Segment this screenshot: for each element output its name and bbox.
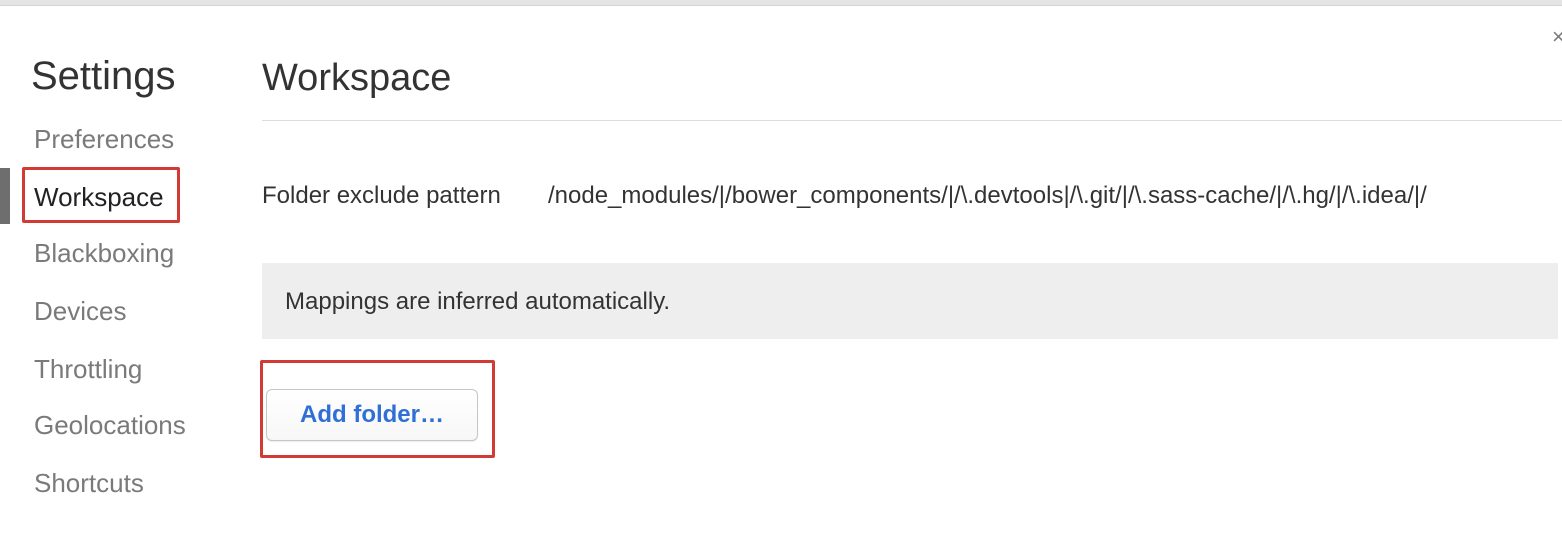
sidebar-item-preferences[interactable]: Preferences (34, 124, 174, 154)
page-title: Workspace (262, 57, 452, 99)
window-top-edge (0, 0, 1562, 6)
mappings-notice-text: Mappings are inferred automatically. (285, 288, 671, 315)
sidebar-item-devices[interactable]: Devices (34, 296, 126, 326)
folder-exclude-label: Folder exclude pattern (262, 182, 501, 209)
selected-tab-indicator (0, 168, 10, 224)
sidebar-title: Settings (31, 54, 176, 98)
close-icon[interactable]: × (1552, 26, 1562, 48)
sidebar-item-throttling[interactable]: Throttling (34, 354, 142, 384)
settings-window: × Settings Preferences Workspace Blackbo… (0, 0, 1562, 544)
sidebar-item-blackboxing[interactable]: Blackboxing (34, 238, 174, 268)
annotation-highlight-add-folder (260, 360, 495, 458)
folder-exclude-input[interactable] (548, 181, 1548, 211)
title-divider (262, 120, 1562, 121)
annotation-highlight-workspace (22, 167, 180, 223)
sidebar-item-shortcuts[interactable]: Shortcuts (34, 468, 144, 498)
mappings-notice: Mappings are inferred automatically. (262, 263, 1558, 339)
sidebar-item-geolocations[interactable]: Geolocations (34, 410, 186, 440)
